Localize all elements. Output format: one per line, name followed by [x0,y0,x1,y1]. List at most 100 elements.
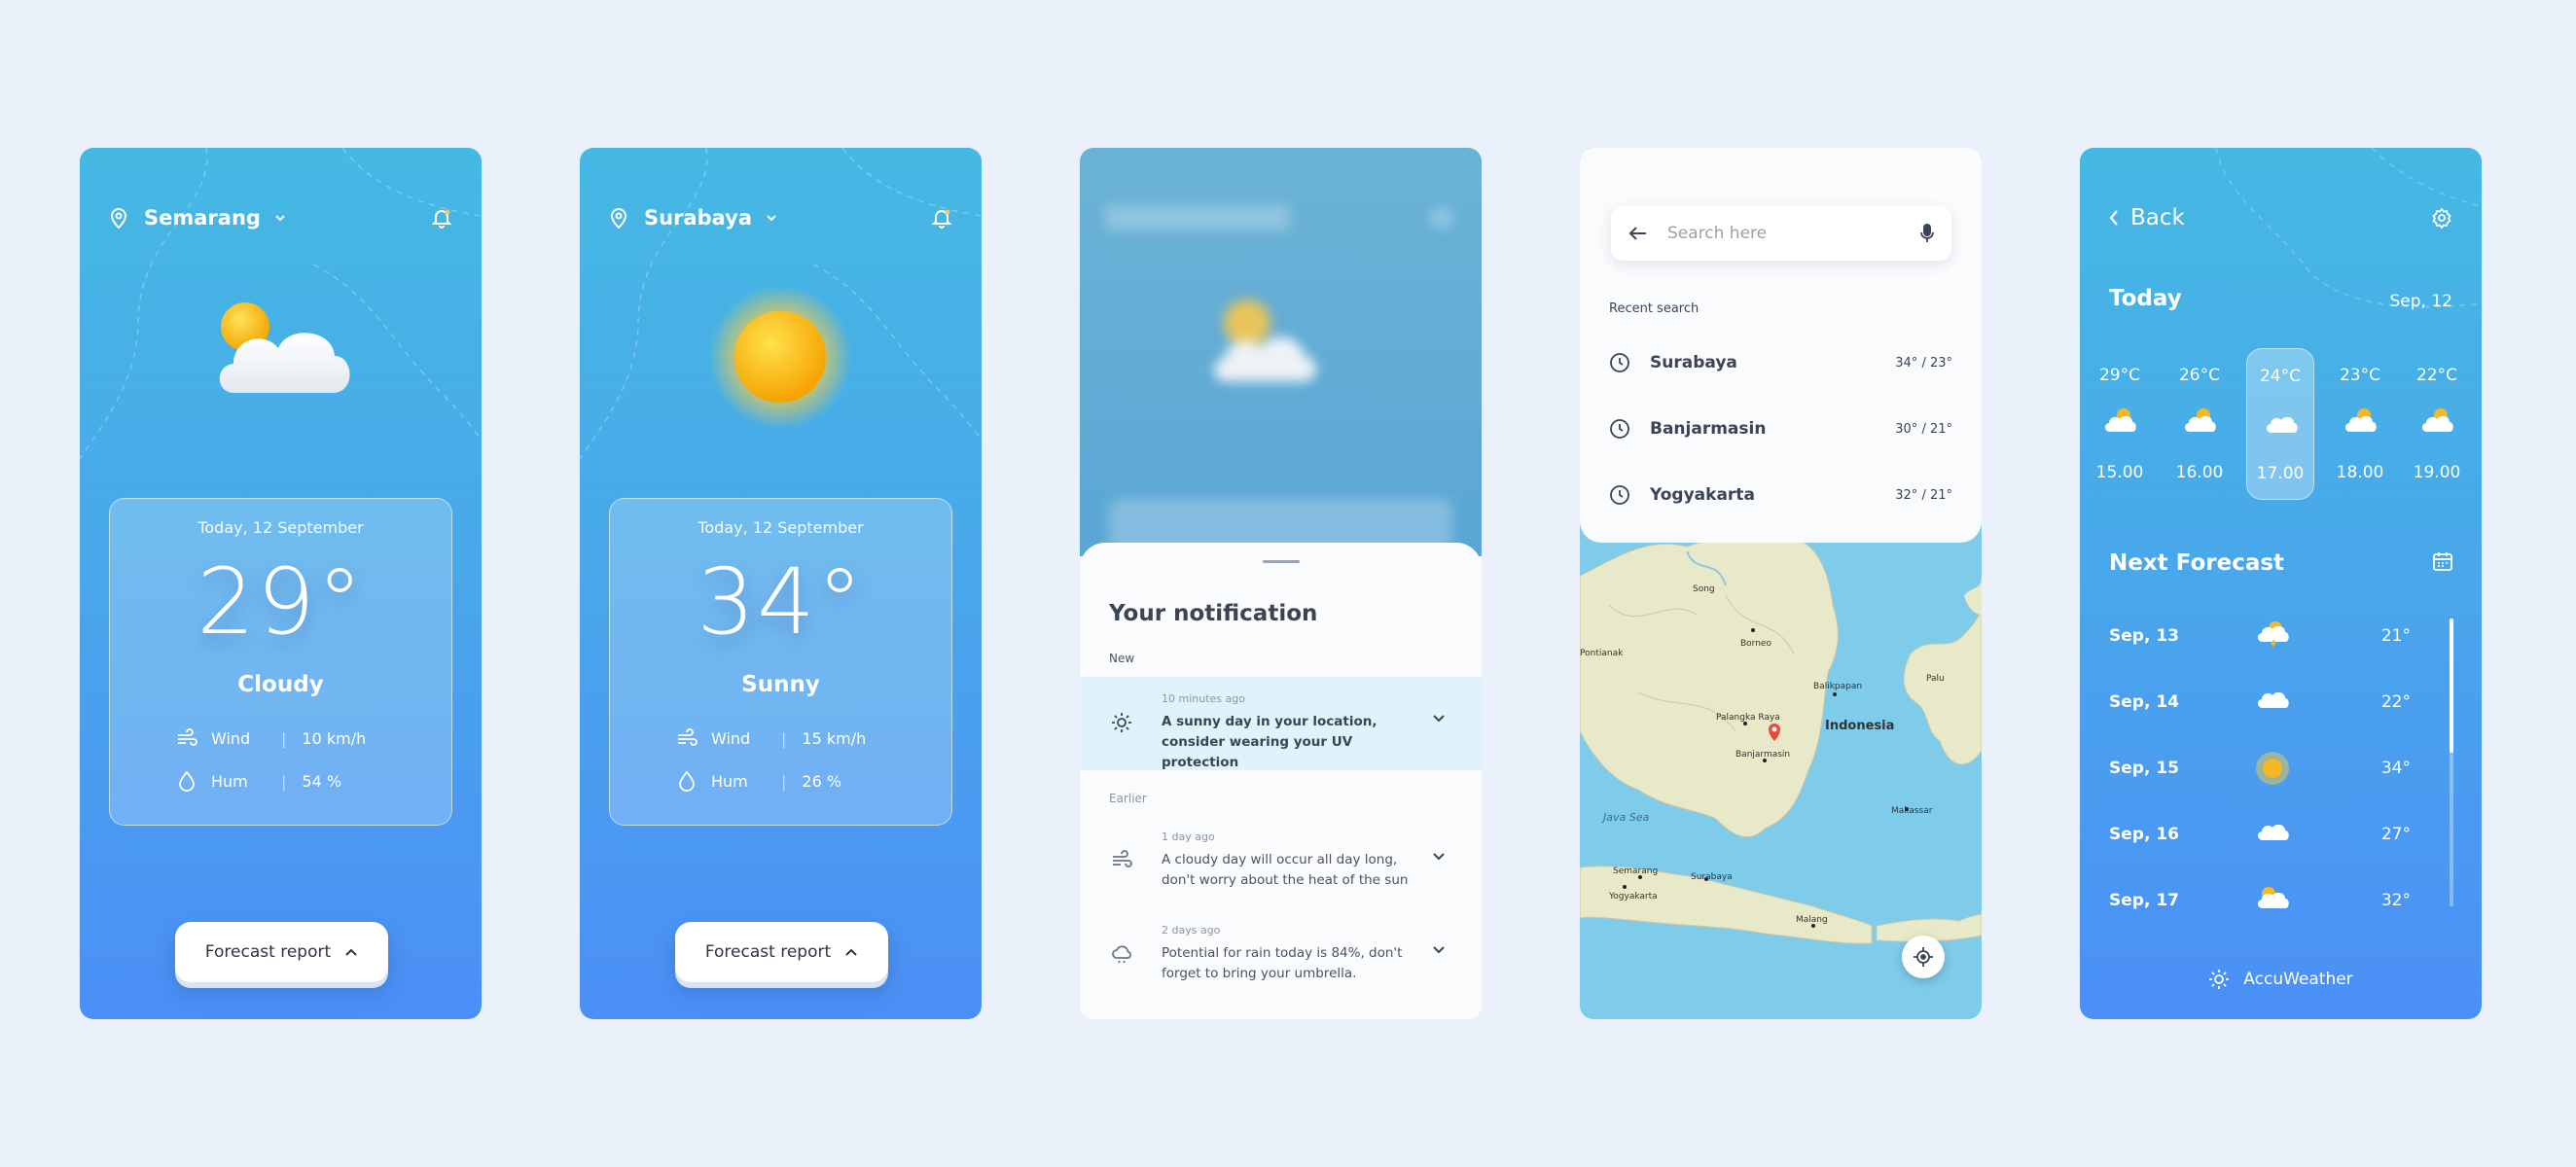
daily-forecast-item[interactable]: Sep, 13 21° [2109,621,2411,652]
clock-icon [1610,485,1629,505]
humidity-label: Hum [711,771,748,791]
cloud-sun-icon [2184,408,2216,432]
location-bar: Semarang [109,202,452,233]
forecast-report-button[interactable]: Forecast report [675,922,888,982]
notification-item[interactable]: 1 day ago A cloudy day will occur all da… [1080,815,1482,908]
bell-icon[interactable] [931,207,952,229]
recent-search-item[interactable]: Banjarmasin 30° / 21° [1609,414,1952,443]
forecast-report-button[interactable]: Forecast report [175,922,388,982]
notification-text: A sunny day in your location, consider w… [1162,714,1377,770]
section-earlier-label: Earlier [1109,792,1147,805]
scrollbar[interactable] [2450,619,2453,906]
search-input[interactable]: Search here [1611,206,1951,261]
calendar-icon[interactable] [2432,550,2453,572]
notification-screen: Your notification New 10 minutes ago A s… [1080,148,1482,1019]
hourly-item[interactable]: 22°C 19.00 [2403,348,2471,500]
notification-time: 1 day ago [1162,831,1215,843]
drag-handle[interactable] [1263,560,1300,563]
section-new-label: New [1109,652,1135,665]
sun-icon [2209,970,2230,989]
daily-temp: 32° [2380,891,2411,910]
recent-search-item[interactable]: Yogyakarta 32° / 21° [1609,480,1952,510]
provider-credit: AccuWeather [2080,969,2482,990]
divider: | [781,728,787,748]
forecast-header: Back [2109,202,2452,233]
map-label-palangka: Palangka Raya [1716,713,1780,723]
notification-item[interactable]: 10 minutes ago A sunny day in your locat… [1080,677,1482,770]
forecast-report-label: Forecast report [204,942,332,962]
condition-label: Cloudy [237,672,324,697]
hourly-item[interactable]: 23°C 18.00 [2326,348,2394,500]
search-card: Search here Recent search Surabaya 34° /… [1580,148,1982,543]
date-label: Today, 12 September [197,518,364,537]
today-date: Sep, 12 [2389,292,2452,311]
weather-screen-semarang: Semarang Today, 12 September 29° Cloudy … [80,148,482,1019]
map-label-semarang: Semarang [1613,866,1658,876]
hourly-temp: 22°C [2415,366,2457,385]
daily-forecast-item[interactable]: Sep, 15 34° [2109,752,2411,785]
humidity-row: Hum | 26 % [676,769,841,793]
notification-text: A cloudy day will occur all day long, do… [1162,852,1409,888]
hourly-item[interactable]: 26°C 16.00 [2165,348,2234,500]
notification-item[interactable]: 2 days ago Potential for rain today is 8… [1080,908,1482,1002]
hourly-time: 17.00 [2256,464,2305,483]
bell-icon[interactable] [431,207,452,229]
cloud-sun-icon [219,302,350,393]
sun-icon [708,285,852,429]
daily-forecast-item[interactable]: Sep, 17 32° [2109,887,2411,916]
recent-search-item[interactable]: Surabaya 34° / 23° [1609,348,1952,377]
daily-date: Sep, 15 [2109,759,2179,778]
city-name[interactable]: Surabaya [644,206,752,230]
gear-icon[interactable] [2431,207,2452,229]
map-label-makassar: Makassar [1891,806,1933,816]
hourly-time: 15.00 [2095,463,2144,482]
wind-value: 15 km/h [802,728,867,748]
chevron-down-icon[interactable] [766,214,777,222]
map-label-palu: Palu [1926,674,1945,684]
clock-icon [1610,353,1629,372]
hourly-time: 16.00 [2175,463,2224,482]
crosshair-icon [1914,947,1933,967]
cloud-sun-icon [2344,408,2377,432]
back-button[interactable]: Back [2130,205,2185,230]
daily-date: Sep, 13 [2109,626,2179,646]
wind-label: Wind [711,728,751,748]
my-location-button[interactable] [1902,936,1945,978]
hourly-item[interactable]: 29°C 15.00 [2086,348,2154,500]
humidity-row: Hum | 54 % [176,769,341,793]
hourly-item-selected[interactable]: 24°C 17.00 [2246,348,2314,500]
map-label-java-sea: Java Sea [1601,811,1649,824]
map-label-banjarmasin: Banjarmasin [1735,750,1790,760]
wind-row: Wind | 15 km/h [676,726,866,750]
humidity-value: 26 % [802,771,842,791]
recent-temps: 34° / 23° [1895,355,1952,371]
microphone-icon[interactable] [1920,223,1934,244]
cloud-sun-icon [2421,408,2453,432]
chevron-down-icon[interactable] [1432,945,1446,955]
back-arrow-icon[interactable] [1628,226,1648,241]
divider: | [281,728,287,748]
hourly-temp: 23°C [2339,366,2380,385]
scrollbar-thumb[interactable] [2450,619,2453,753]
daily-temp: 27° [2380,825,2411,844]
chevron-left-icon[interactable] [2109,209,2119,227]
daily-date: Sep, 14 [2109,692,2179,712]
notification-time: 2 days ago [1162,924,1221,937]
daily-date: Sep, 17 [2109,891,2179,910]
wind-icon [1113,850,1132,867]
hourly-time: 18.00 [2336,463,2384,482]
storm-icon [2257,621,2289,649]
cloud-sun-icon [2257,887,2289,908]
daily-forecast-item[interactable]: Sep, 14 22° [2109,689,2411,718]
notification-time: 10 minutes ago [1162,692,1245,705]
notification-sheet: Your notification New 10 minutes ago A s… [1080,543,1482,1019]
hourly-time: 19.00 [2413,463,2461,482]
daily-forecast-item[interactable]: Sep, 16 27° [2109,821,2411,850]
divider: | [781,771,787,791]
chevron-down-icon[interactable] [1432,714,1446,724]
map-label-borneo: Borneo [1740,639,1771,649]
city-name[interactable]: Semarang [144,206,261,230]
daily-temp: 22° [2380,692,2411,712]
chevron-down-icon[interactable] [274,214,286,222]
chevron-down-icon[interactable] [1432,852,1446,862]
